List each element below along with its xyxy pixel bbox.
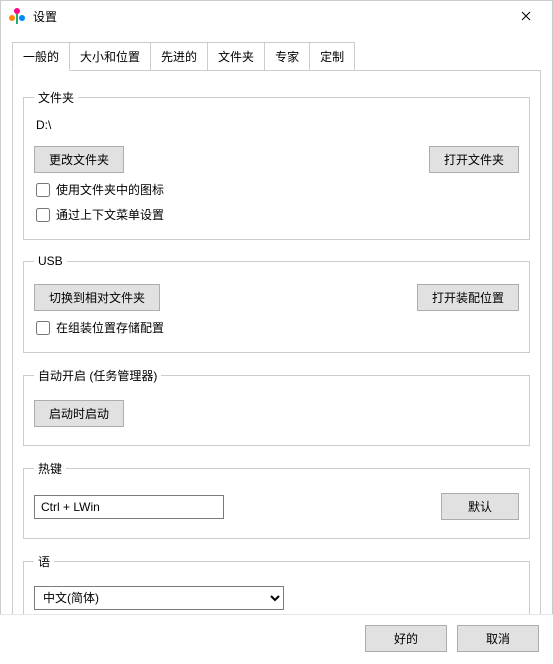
hotkey-group-legend: 热键 (34, 460, 66, 477)
tabstrip: 一般的 大小和位置 先进的 文件夹 专家 定制 (0, 30, 553, 71)
language-select[interactable]: 中文(简体) (34, 586, 284, 610)
close-button[interactable] (504, 1, 548, 31)
open-install-location-button[interactable]: 打开装配位置 (417, 284, 519, 311)
button-label: 更改文件夹 (49, 153, 109, 167)
dialog-footer: 好的 取消 (0, 614, 553, 664)
folder-group-legend: 文件夹 (34, 89, 78, 106)
checkbox-label: 通过上下文菜单设置 (56, 206, 164, 223)
start-on-boot-button[interactable]: 启动时启动 (34, 400, 124, 427)
store-config-at-install-checkbox[interactable]: 在组装位置存储配置 (36, 319, 519, 336)
hotkey-default-button[interactable]: 默认 (441, 493, 519, 520)
autostart-group: 自动开启 (任务管理器) 启动时启动 (23, 367, 530, 446)
window-title: 设置 (33, 8, 504, 25)
checkbox-label: 使用文件夹中的图标 (56, 181, 164, 198)
button-label: 打开文件夹 (444, 153, 504, 167)
tab-custom[interactable]: 定制 (309, 42, 355, 71)
app-icon (9, 8, 25, 24)
usb-group-legend: USB (34, 254, 67, 268)
usb-group: USB 切换到相对文件夹 打开装配位置 在组装位置存储配置 (23, 254, 530, 353)
autostart-group-legend: 自动开启 (任务管理器) (34, 367, 161, 384)
tab-label: 先进的 (161, 50, 197, 64)
language-group-legend: 语 (34, 553, 54, 570)
tab-panel-general: 文件夹 D:\ 更改文件夹 打开文件夹 使用文件夹中的图标 通过上下文菜单设置 … (12, 71, 541, 658)
checkbox-label: 在组装位置存储配置 (56, 319, 164, 336)
use-folder-icons-input[interactable] (36, 183, 50, 197)
tab-label: 一般的 (23, 50, 59, 64)
use-folder-icons-checkbox[interactable]: 使用文件夹中的图标 (36, 181, 519, 198)
button-label: 好的 (394, 632, 418, 646)
hotkey-input[interactable] (34, 495, 224, 519)
titlebar: 设置 (1, 1, 552, 31)
tab-size-position[interactable]: 大小和位置 (69, 42, 151, 71)
open-folder-button[interactable]: 打开文件夹 (429, 146, 519, 173)
folder-path: D:\ (34, 116, 519, 140)
button-label: 打开装配位置 (432, 291, 504, 305)
cancel-button[interactable]: 取消 (457, 625, 539, 652)
change-folder-button[interactable]: 更改文件夹 (34, 146, 124, 173)
tab-label: 定制 (320, 50, 344, 64)
tab-folders[interactable]: 文件夹 (207, 42, 265, 71)
via-context-menu-checkbox[interactable]: 通过上下文菜单设置 (36, 206, 519, 223)
button-label: 切换到相对文件夹 (49, 291, 145, 305)
tab-expert[interactable]: 专家 (264, 42, 310, 71)
switch-relative-folder-button[interactable]: 切换到相对文件夹 (34, 284, 160, 311)
tab-label: 文件夹 (218, 50, 254, 64)
folder-group: 文件夹 D:\ 更改文件夹 打开文件夹 使用文件夹中的图标 通过上下文菜单设置 (23, 89, 530, 240)
tab-label: 专家 (275, 50, 299, 64)
ok-button[interactable]: 好的 (365, 625, 447, 652)
tab-advanced[interactable]: 先进的 (150, 42, 208, 71)
close-icon (521, 9, 531, 24)
button-label: 启动时启动 (49, 407, 109, 421)
button-label: 默认 (468, 500, 492, 514)
via-context-menu-input[interactable] (36, 208, 50, 222)
tab-general[interactable]: 一般的 (12, 42, 70, 71)
store-config-at-install-input[interactable] (36, 321, 50, 335)
button-label: 取消 (486, 632, 510, 646)
tab-label: 大小和位置 (80, 50, 140, 64)
hotkey-group: 热键 默认 (23, 460, 530, 539)
